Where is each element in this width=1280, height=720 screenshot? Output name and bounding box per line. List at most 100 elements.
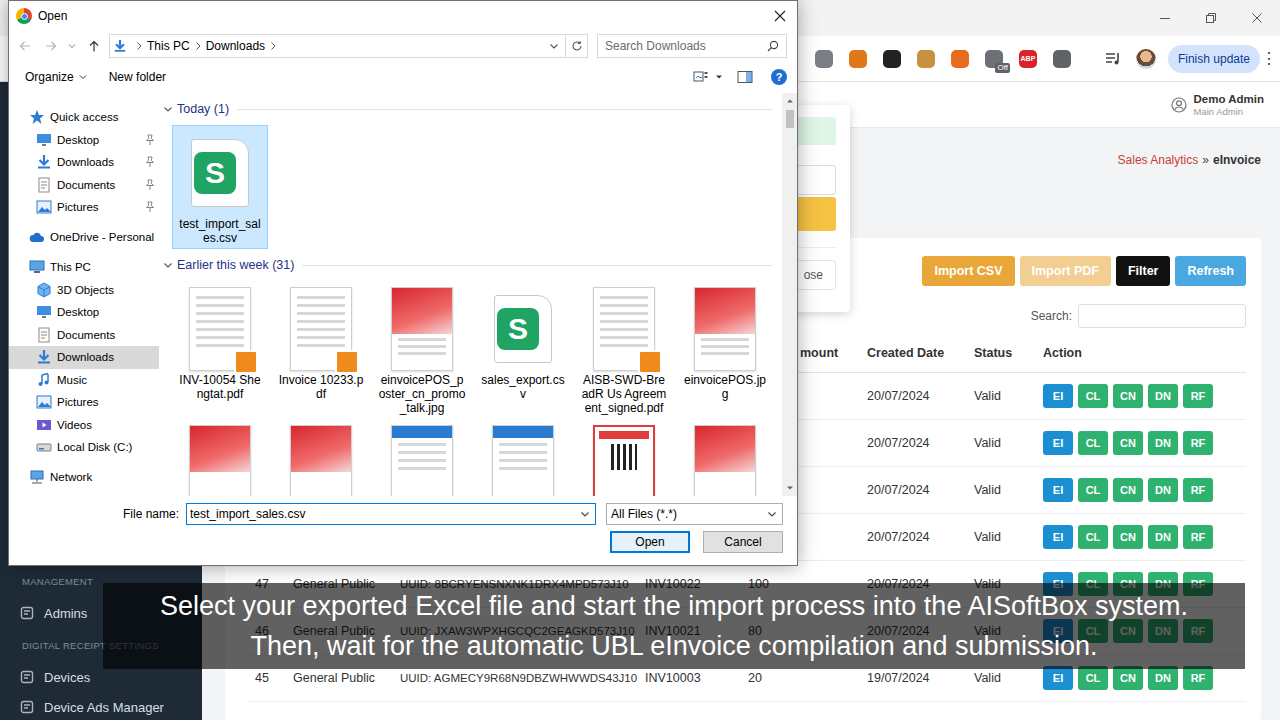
row-action-button[interactable]: DN: [1148, 384, 1178, 408]
nav-item[interactable]: Documents: [9, 174, 159, 197]
column-header[interactable]: Status: [966, 333, 1035, 372]
toolbar-button[interactable]: Filter: [1116, 256, 1171, 286]
row-action-button[interactable]: CN: [1113, 525, 1143, 549]
extension-button[interactable]: [841, 42, 875, 76]
row-action-button[interactable]: RF: [1183, 478, 1213, 502]
address-bar[interactable]: This PC Downloads: [109, 34, 588, 58]
row-action-button[interactable]: CN: [1113, 666, 1143, 690]
nav-item[interactable]: OneDrive - Personal: [9, 226, 159, 249]
nav-item[interactable]: Music: [9, 369, 159, 392]
row-action-button[interactable]: RF: [1183, 431, 1213, 455]
help-button[interactable]: ?: [771, 69, 787, 85]
dialog-button[interactable]: Open: [610, 531, 690, 553]
profile-avatar-icon[interactable]: [1136, 49, 1156, 69]
row-action-button[interactable]: DN: [1148, 431, 1178, 455]
extension-button[interactable]: [1045, 42, 1079, 76]
nav-item[interactable]: Network: [9, 466, 159, 489]
file-tile[interactable]: [576, 421, 672, 496]
command-button[interactable]: Organize: [25, 70, 87, 84]
file-name-input[interactable]: test_import_sales.csv: [186, 503, 596, 525]
recent-locations-button[interactable]: [66, 35, 77, 57]
file-tile[interactable]: [172, 421, 268, 496]
row-action-button[interactable]: CL: [1078, 666, 1108, 690]
toolbar-button[interactable]: Refresh: [1175, 256, 1246, 286]
row-action-button[interactable]: CN: [1113, 478, 1143, 502]
file-tile[interactable]: Invoice 10233.pdf: [273, 281, 369, 419]
chevron-down-icon[interactable]: [549, 41, 559, 51]
row-action-button[interactable]: CN: [1113, 431, 1143, 455]
row-action-button[interactable]: RF: [1183, 384, 1213, 408]
row-action-button[interactable]: CL: [1078, 431, 1108, 455]
row-action-button[interactable]: RF: [1183, 666, 1213, 690]
dialog-close-button[interactable]: [763, 1, 797, 31]
close-window-button[interactable]: [1234, 0, 1280, 36]
media-control-button[interactable]: [1103, 49, 1123, 69]
nav-item[interactable]: Downloads: [9, 346, 159, 369]
search-input[interactable]: [1078, 304, 1246, 328]
nav-item[interactable]: Pictures: [9, 391, 159, 414]
row-action-button[interactable]: DN: [1148, 666, 1178, 690]
nav-item[interactable]: Quick access: [9, 106, 159, 129]
extension-button[interactable]: ABP: [1011, 42, 1045, 76]
back-button[interactable]: [15, 35, 36, 57]
change-view-button[interactable]: [693, 70, 723, 84]
extension-button[interactable]: [909, 42, 943, 76]
path-segment[interactable]: This PC: [147, 39, 190, 53]
nav-item[interactable]: Videos: [9, 414, 159, 437]
extension-button[interactable]: [943, 42, 977, 76]
extension-button[interactable]: Off: [977, 42, 1011, 76]
row-action-button[interactable]: EI: [1043, 431, 1073, 455]
file-tile[interactable]: [475, 421, 571, 496]
row-action-button[interactable]: CN: [1113, 384, 1143, 408]
row-action-button[interactable]: CL: [1078, 384, 1108, 408]
row-action-button[interactable]: CL: [1078, 525, 1108, 549]
file-tile[interactable]: Ssales_export.csv: [475, 281, 571, 419]
file-tile[interactable]: INV-10054 Shengtat.pdf: [172, 281, 268, 419]
group-header[interactable]: Earlier this week (31): [159, 254, 782, 276]
column-header[interactable]: Action: [1035, 333, 1246, 372]
nav-item[interactable]: Downloads: [9, 151, 159, 174]
scroll-thumb[interactable]: [786, 110, 794, 128]
nav-item[interactable]: Desktop: [9, 301, 159, 324]
path-segment[interactable]: Downloads: [206, 39, 265, 53]
nav-item[interactable]: Pictures: [9, 196, 159, 219]
file-tile[interactable]: einvoicePOS.jpg: [677, 281, 773, 419]
nav-item[interactable]: Desktop: [9, 129, 159, 152]
column-header[interactable]: Created Date: [859, 333, 966, 372]
forward-button[interactable]: [41, 35, 62, 57]
row-action-button[interactable]: EI: [1043, 525, 1073, 549]
file-tile[interactable]: einvoicePOS_poster_cn_promo_talk.jpg: [374, 281, 470, 419]
user-menu[interactable]: Demo AdminMain Admin: [1194, 92, 1265, 118]
toolbar-button[interactable]: Import CSV: [922, 256, 1014, 286]
restore-button[interactable]: [1188, 0, 1234, 36]
finish-update-button[interactable]: Finish update: [1168, 45, 1260, 73]
nav-item[interactable]: This PC: [9, 256, 159, 279]
up-button[interactable]: [83, 35, 104, 57]
row-action-button[interactable]: CL: [1078, 478, 1108, 502]
browser-menu-button[interactable]: ⋮: [1260, 45, 1278, 73]
file-tile[interactable]: [374, 421, 470, 496]
row-action-button[interactable]: DN: [1148, 525, 1178, 549]
row-action-button[interactable]: EI: [1043, 666, 1073, 690]
file-type-select[interactable]: All Files (*.*): [606, 503, 783, 525]
nav-item[interactable]: Local Disk (C:): [9, 436, 159, 459]
dialog-search-input[interactable]: Search Downloads: [597, 34, 787, 58]
refresh-button[interactable]: [565, 35, 587, 57]
command-button[interactable]: New folder: [109, 70, 166, 84]
group-header[interactable]: Today (1): [159, 98, 782, 120]
row-action-button[interactable]: RF: [1183, 525, 1213, 549]
vertical-scrollbar[interactable]: [782, 93, 797, 496]
file-tile[interactable]: AISB-SWD-BreadR Us Agreement_signed.pdf: [576, 281, 672, 419]
extension-button[interactable]: [807, 42, 841, 76]
row-action-button[interactable]: EI: [1043, 478, 1073, 502]
file-tile[interactable]: Stest_import_sales.csv: [172, 125, 268, 249]
breadcrumb-link[interactable]: Sales Analytics: [1118, 153, 1199, 167]
dialog-button[interactable]: Cancel: [703, 531, 783, 553]
row-action-button[interactable]: EI: [1043, 384, 1073, 408]
file-tile[interactable]: [273, 421, 369, 496]
nav-item[interactable]: Documents: [9, 324, 159, 347]
nav-item[interactable]: 3D Objects: [9, 279, 159, 302]
sidebar-item[interactable]: Device Ads Manager: [0, 694, 202, 720]
file-tile[interactable]: [677, 421, 773, 496]
extension-button[interactable]: [875, 42, 909, 76]
